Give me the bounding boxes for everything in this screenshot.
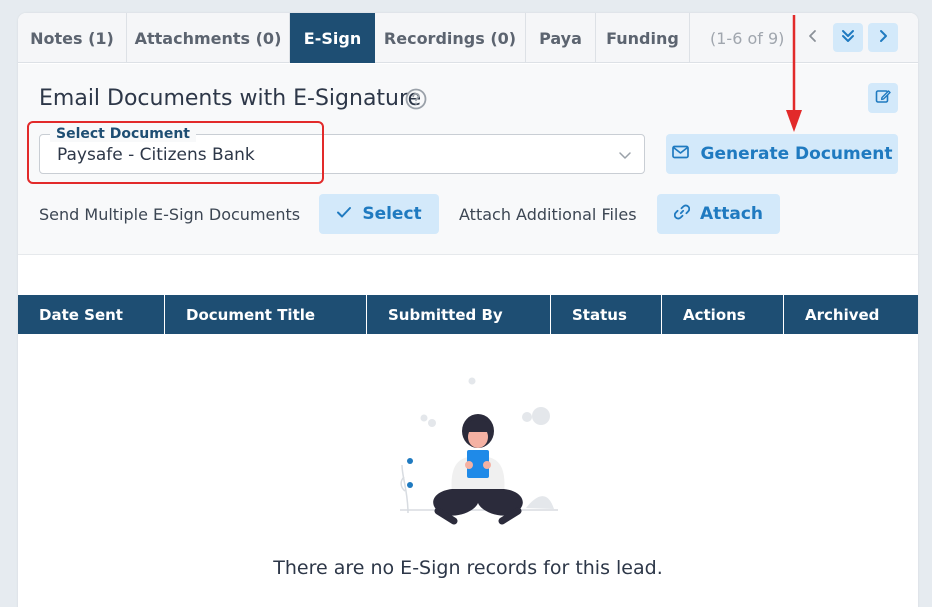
generate-document-button[interactable]: Generate Document [666, 134, 898, 174]
generate-document-label: Generate Document [700, 144, 893, 164]
tab-paya[interactable]: Paya [526, 13, 596, 63]
chevron-right-icon [876, 28, 890, 47]
tab-page-counter: (1-6 of 9) [710, 28, 785, 48]
tab-notes[interactable]: Notes (1) [18, 13, 127, 63]
link-icon [673, 204, 691, 225]
column-header[interactable]: Actions [662, 295, 784, 334]
attach-files-label: Attach Additional Files [459, 205, 637, 224]
chevron-left-icon [806, 28, 820, 47]
tab-attachments[interactable]: Attachments (0) [127, 13, 290, 63]
tab-esign[interactable]: E-Sign [290, 13, 375, 63]
double-chevron-down-icon [840, 28, 856, 48]
next-tabs-button[interactable] [868, 23, 898, 52]
select-button-label: Select [362, 204, 422, 224]
empty-state-illustration [400, 377, 558, 525]
esign-form: Email Documents with E-Signature Paysafe… [18, 64, 918, 255]
tab-funding[interactable]: Funding [596, 13, 690, 63]
attach-button[interactable]: Attach [657, 194, 780, 234]
check-icon [336, 204, 352, 224]
column-header[interactable]: Archived [784, 295, 918, 334]
attach-button-label: Attach [699, 204, 764, 224]
edit-icon [875, 88, 891, 108]
esign-table-header: Date Sent Document Title Submitted By St… [18, 295, 918, 334]
column-header[interactable]: Status [551, 295, 662, 334]
column-header[interactable]: Document Title [165, 295, 367, 334]
more-tabs-button[interactable] [833, 23, 863, 52]
edit-button[interactable] [868, 83, 898, 113]
multi-esign-label: Send Multiple E-Sign Documents [39, 205, 301, 224]
column-header[interactable]: Date Sent [18, 295, 165, 334]
tab-recordings[interactable]: Recordings (0) [375, 13, 526, 63]
empty-state-message: There are no E-Sign records for this lea… [273, 557, 663, 579]
column-header[interactable]: Submitted By [367, 295, 551, 334]
esign-panel: Notes (1) Attachments (0) E-Sign Recordi… [18, 13, 918, 607]
chevron-down-icon [618, 147, 632, 166]
mail-icon [671, 144, 689, 164]
page-title: Email Documents with E-Signature [39, 86, 422, 111]
select-button[interactable]: Select [319, 194, 439, 234]
tab-bar: Notes (1) Attachments (0) E-Sign Recordi… [18, 13, 918, 63]
annotation-highlight-box [27, 121, 324, 184]
prev-tabs-button[interactable] [798, 23, 828, 52]
help-circle-icon[interactable] [405, 88, 427, 114]
